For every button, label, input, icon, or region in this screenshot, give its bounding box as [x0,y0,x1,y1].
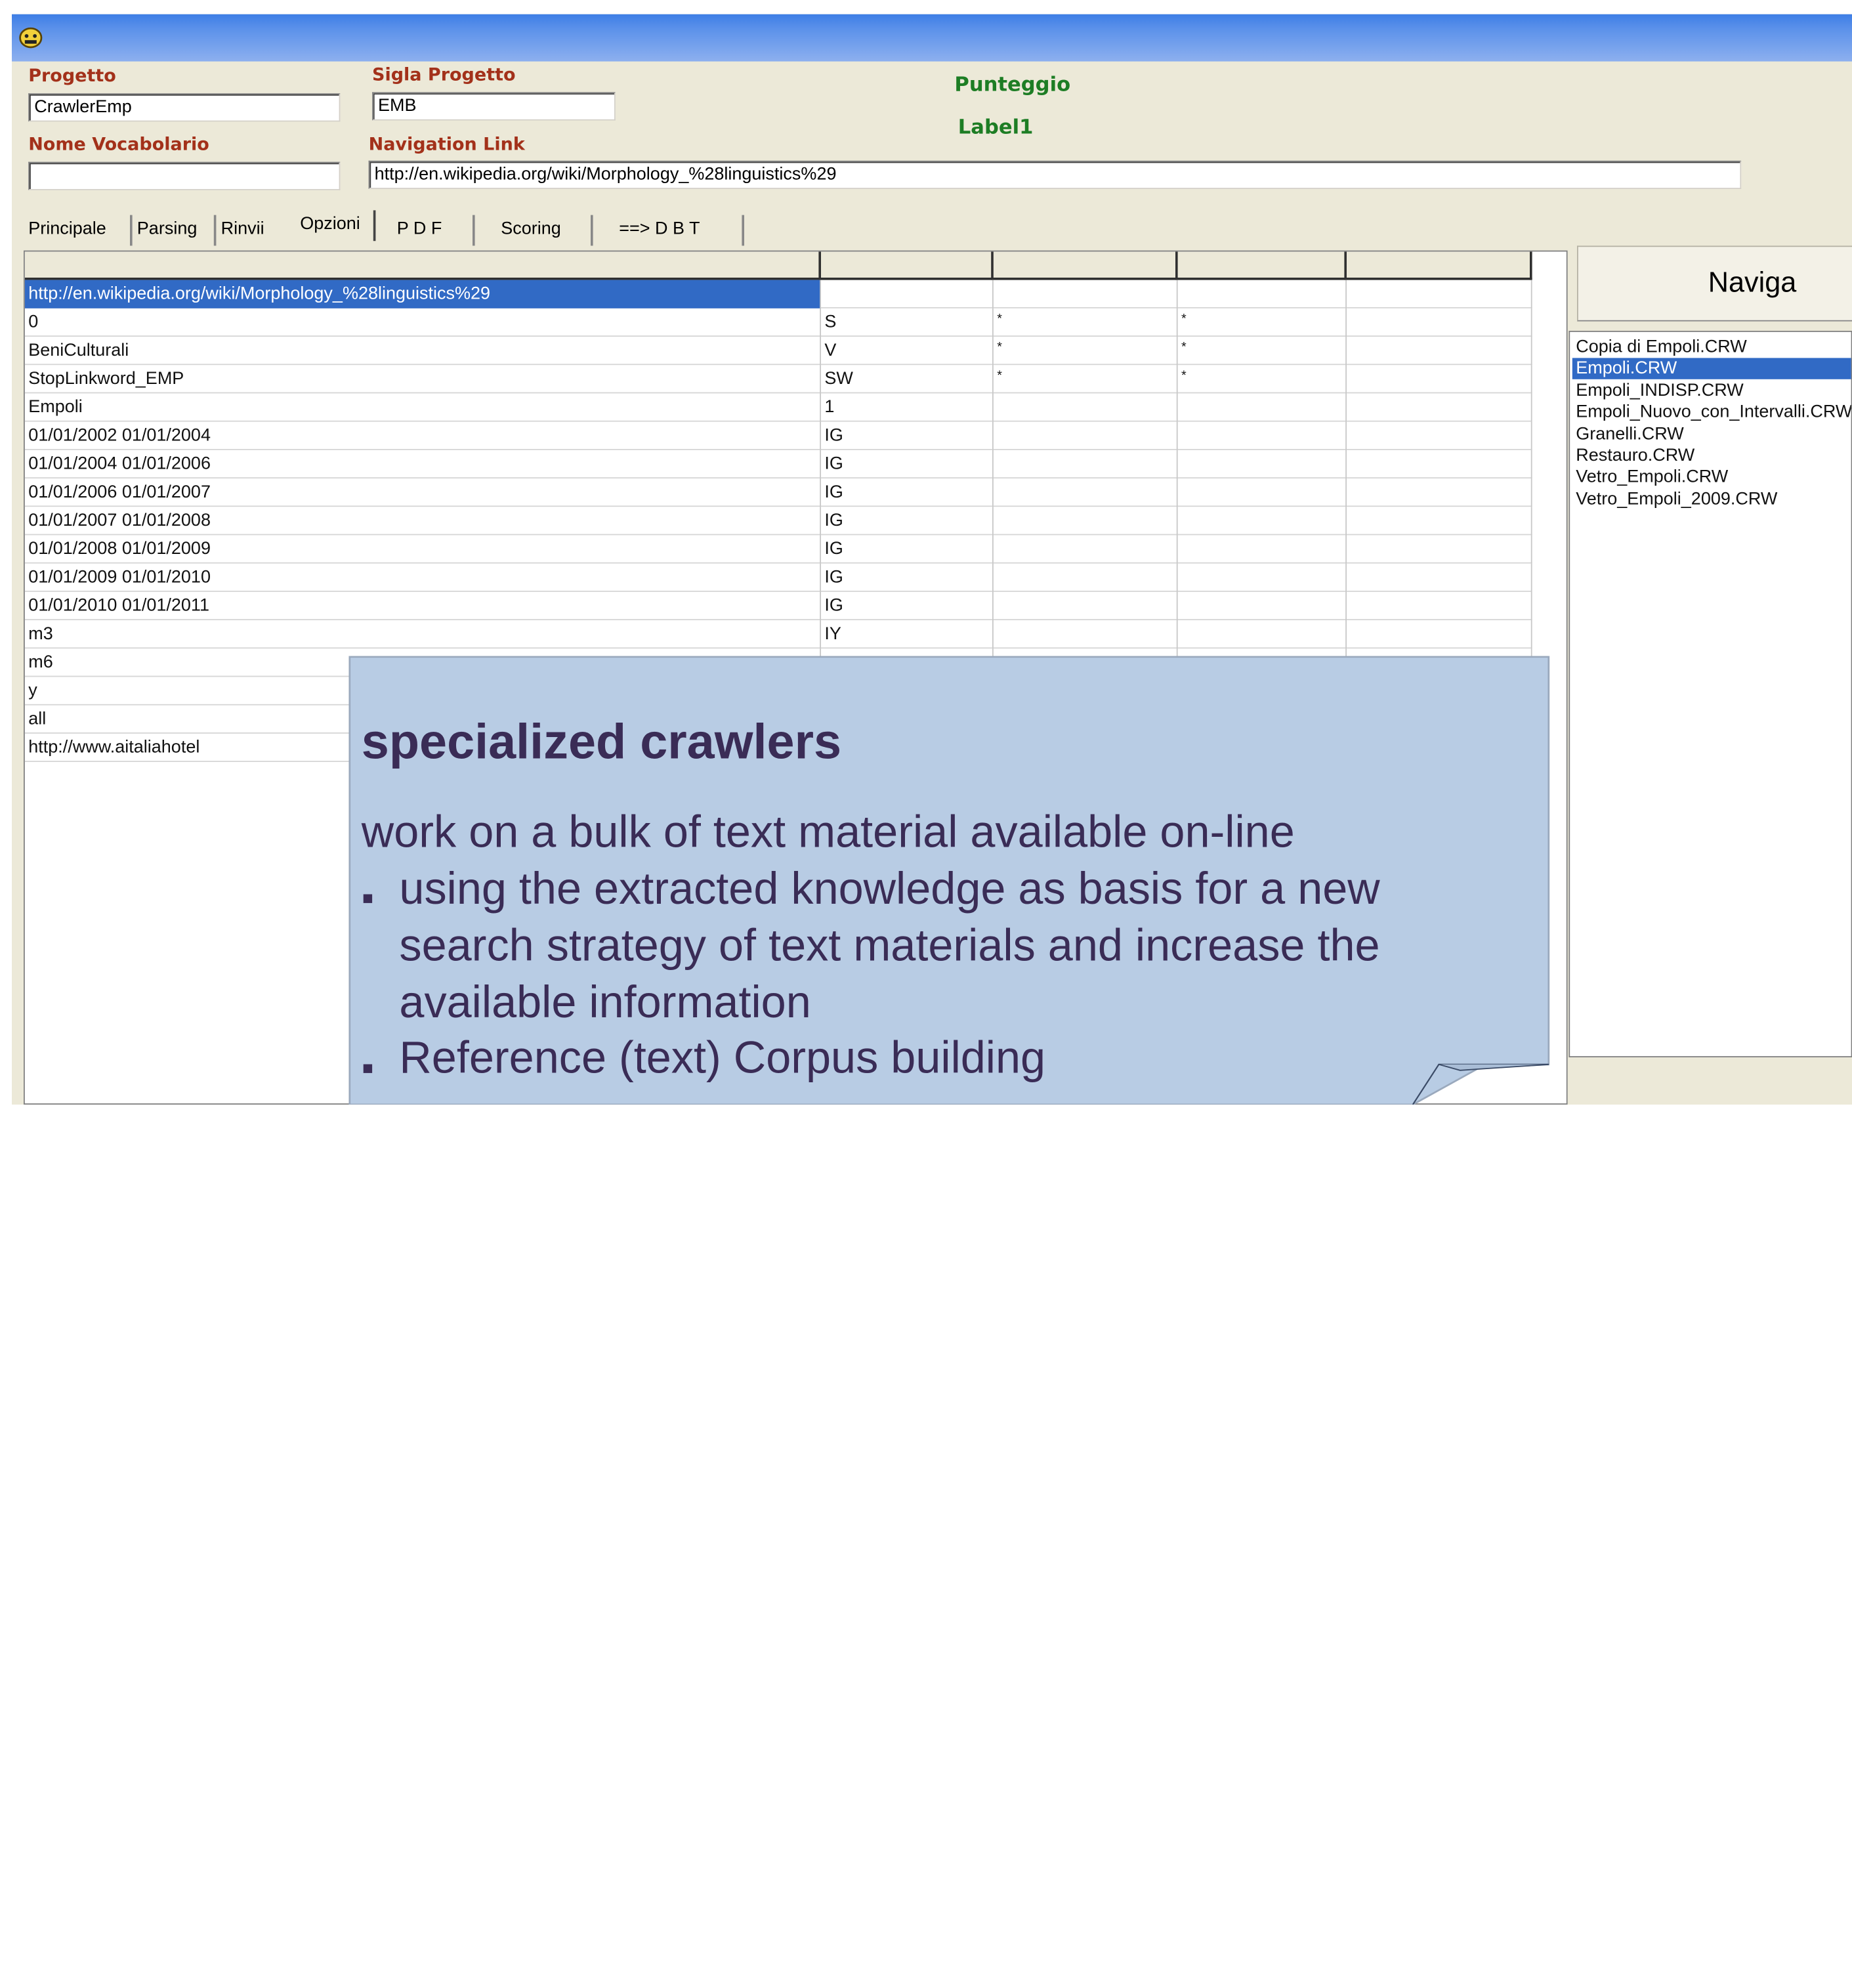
callout-bullet1-line1: using the extracted knowledge as basis f… [399,864,1380,915]
callout-title: specialized crawlers [361,713,842,769]
callout-bullet1-line2: search strategy of text materials and in… [399,921,1380,971]
bullet-icon: ▪ [361,879,374,918]
bullet-icon: ▪ [361,1049,374,1088]
callout-bullet2: Reference (text) Corpus building [399,1034,1046,1084]
callout-line: work on a bulk of text material availabl… [361,808,1295,858]
callout-bullet1-line3: available information [399,978,811,1028]
app-root: Progetto CrawlerEmp Sigla Progetto EMB P… [0,0,1852,1988]
